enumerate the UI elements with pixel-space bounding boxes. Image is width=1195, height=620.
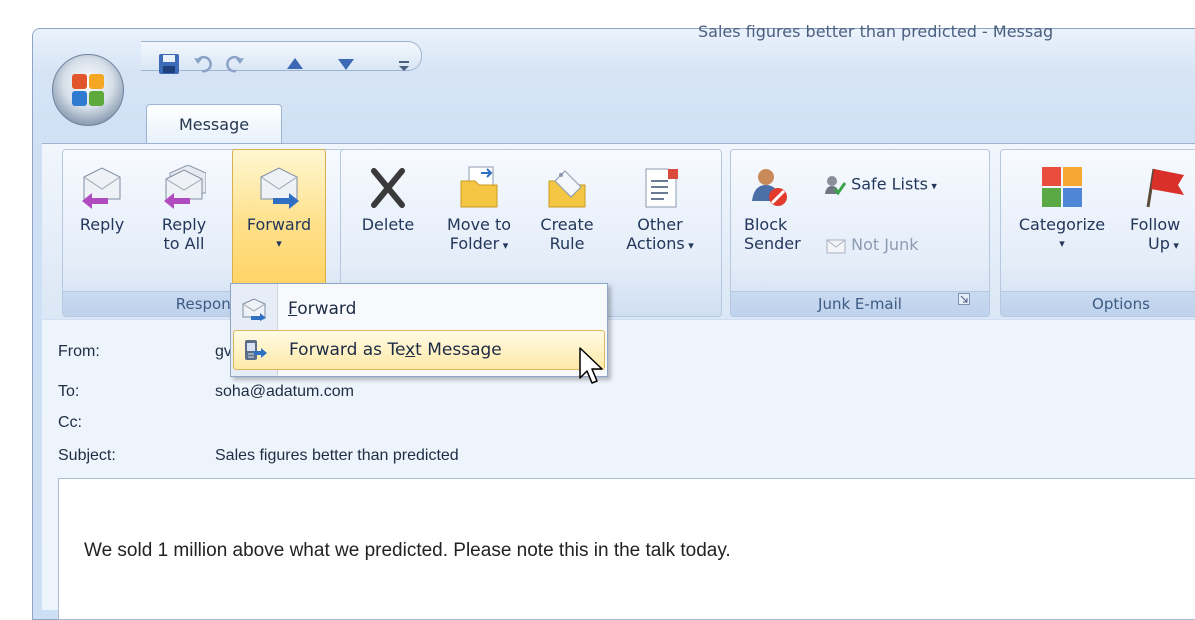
customize-toolbar-icon[interactable] — [398, 59, 410, 73]
follow-up-button[interactable]: Follow Up ▾ — [1130, 165, 1195, 255]
move-to-folder-icon — [460, 166, 498, 208]
to-label: To: — [58, 383, 80, 400]
menu-item-text-message-accesskey: x — [405, 340, 416, 360]
not-junk-button: Not Junk — [826, 235, 918, 255]
menu-item-forward-as-text-message[interactable]: Forward as Text Message — [233, 330, 605, 370]
delete-icon — [371, 168, 405, 208]
other-actions-icon — [645, 168, 678, 208]
menu-item-forward-text-post: orward — [297, 299, 357, 319]
follow-up-label-line1: Follow — [1130, 215, 1181, 234]
reply-button[interactable]: Reply — [72, 165, 132, 234]
not-junk-icon — [826, 239, 846, 253]
delete-label: Delete — [361, 215, 415, 234]
other-actions-label-line2: Actions — [626, 234, 685, 253]
move-to-label-line1: Move to — [446, 215, 512, 234]
office-logo-icon — [72, 74, 104, 106]
categorize-label: Categorize — [1018, 215, 1106, 234]
categorize-dropdown-icon[interactable]: ▾ — [1010, 234, 1114, 253]
categorize-button[interactable]: Categorize ▾ — [1010, 165, 1114, 253]
follow-up-flag-icon — [1146, 168, 1184, 208]
subject-label: Subject: — [58, 447, 116, 464]
reply-all-label-line1: Reply — [161, 215, 207, 234]
menu-item-text-message-pre: Forward as Te — [289, 340, 406, 360]
reply-all-button[interactable]: Reply to All — [154, 165, 214, 253]
subject-value: Sales figures better than predicted — [215, 447, 459, 464]
safe-lists-label: Safe Lists — [851, 174, 928, 194]
window-title: Sales figures better than predicted - Me… — [698, 22, 1054, 41]
block-sender-icon — [752, 169, 787, 206]
reply-icon — [82, 167, 121, 209]
other-actions-button[interactable]: Other Actions ▾ — [612, 165, 708, 255]
mouse-cursor-icon — [579, 347, 603, 384]
other-actions-label-line1: Other — [637, 215, 683, 234]
block-sender-button[interactable]: Block Sender — [744, 165, 802, 253]
message-body-text: We sold 1 million above what we predicte… — [84, 540, 731, 561]
office-button[interactable] — [52, 54, 124, 126]
from-label: From: — [58, 343, 100, 360]
junk-email-group-label: Junk E-mail — [731, 291, 989, 316]
not-junk-label: Not Junk — [851, 235, 919, 254]
next-item-icon[interactable] — [337, 57, 355, 71]
delete-button[interactable]: Delete — [352, 165, 424, 234]
forward-button[interactable]: Forward ▾ — [234, 165, 324, 253]
forward-icon — [242, 298, 266, 321]
redo-icon[interactable] — [225, 54, 245, 74]
follow-up-dropdown-icon: ▾ — [1169, 239, 1179, 252]
save-icon[interactable] — [158, 53, 180, 75]
create-rule-button[interactable]: Create Rule — [530, 165, 604, 253]
create-rule-icon — [548, 170, 586, 208]
block-label-line1: Block — [744, 215, 788, 234]
create-rule-label-line2: Rule — [549, 234, 585, 253]
menu-item-text-message-post: t Message — [415, 340, 502, 360]
forward-icon — [260, 167, 299, 209]
menu-item-forward[interactable]: Forward — [233, 290, 603, 328]
safe-lists-dropdown-icon: ▾ — [927, 179, 937, 193]
quick-access-toolbar — [141, 41, 422, 71]
forward-as-text-message-icon — [245, 340, 267, 360]
cc-label: Cc: — [58, 414, 82, 431]
previous-item-icon[interactable] — [286, 57, 304, 71]
dialog-launcher-icon[interactable] — [958, 293, 970, 305]
move-to-label-line2: Folder — [449, 234, 500, 253]
forward-dropdown-arrow-icon[interactable]: ▾ — [234, 234, 324, 253]
move-to-folder-button[interactable]: Move to Folder ▾ — [434, 165, 524, 255]
forward-label: Forward — [246, 215, 312, 234]
reply-all-icon — [164, 165, 206, 209]
other-actions-dropdown-icon: ▾ — [684, 239, 694, 252]
forward-dropdown-menu: Forward Forward as Text Message — [230, 283, 608, 377]
move-to-dropdown-icon: ▾ — [499, 239, 509, 252]
safe-lists-icon — [825, 176, 847, 196]
block-label-line2: Sender — [744, 234, 801, 253]
undo-icon[interactable] — [193, 54, 213, 74]
categorize-icon — [1042, 167, 1082, 207]
create-rule-label-line1: Create — [540, 215, 594, 234]
safe-lists-button[interactable]: Safe Lists ▾ — [824, 174, 937, 196]
to-value: soha@adatum.com — [215, 383, 354, 400]
options-group-label: Options — [1001, 291, 1195, 316]
reply-label: Reply — [79, 215, 125, 234]
tab-message[interactable]: Message — [146, 104, 282, 145]
follow-up-label-line2: Up — [1148, 234, 1170, 253]
reply-all-label-line2: to All — [163, 234, 205, 253]
menu-item-forward-accesskey: F — [288, 299, 298, 319]
